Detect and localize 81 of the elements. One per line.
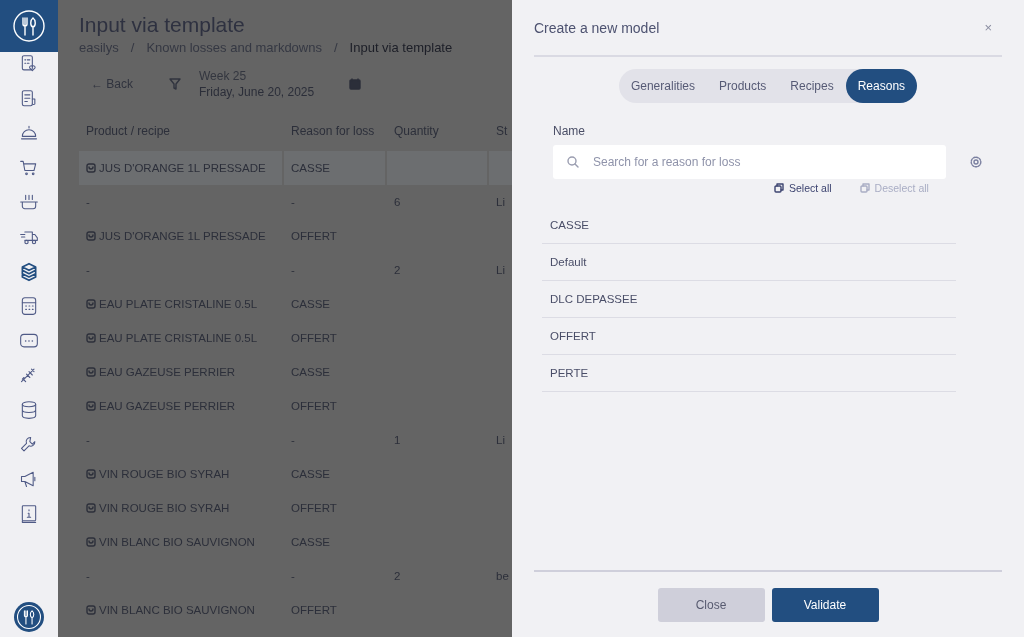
list-item[interactable]: Default bbox=[542, 244, 956, 281]
bag-icon bbox=[86, 537, 96, 547]
table-cell: - bbox=[86, 264, 90, 276]
column-header: St bbox=[495, 123, 509, 140]
table-cell: EAU GAZEUSE PERRIER bbox=[99, 400, 236, 412]
table-cell: VIN BLANC BIO SAUVIGNON bbox=[99, 536, 255, 548]
table-row[interactable]: EAU GAZEUSE PERRIER CASSE bbox=[79, 355, 512, 389]
table-cell: - bbox=[86, 434, 90, 446]
table-cell: OFFERT bbox=[291, 332, 337, 344]
bag-icon bbox=[86, 367, 96, 377]
table-cell: CASSE bbox=[291, 366, 330, 378]
tab[interactable]: Products bbox=[706, 69, 779, 103]
close-button[interactable]: × bbox=[980, 20, 1002, 35]
table-cell: CASSE bbox=[291, 536, 330, 548]
table-cell: JUS D'ORANGE 1L PRESSADE bbox=[99, 162, 266, 174]
table-row[interactable]: VIN ROUGE BIO SYRAH CASSE bbox=[79, 457, 512, 491]
column-header: Product / recipe bbox=[85, 123, 172, 140]
table-cell: OFFERT bbox=[291, 502, 337, 514]
table-cell: be bbox=[496, 570, 509, 582]
table-cell: VIN ROUGE BIO SYRAH bbox=[99, 468, 230, 480]
select-all-button[interactable]: Select all bbox=[774, 182, 832, 194]
bag-icon bbox=[86, 503, 96, 513]
table-cell: - bbox=[291, 570, 295, 582]
column-header: Quantity bbox=[393, 123, 440, 140]
table-cell: CASSE bbox=[291, 298, 330, 310]
table-cell: EAU GAZEUSE PERRIER bbox=[99, 366, 236, 378]
table-cell: - bbox=[86, 570, 90, 582]
table-cell: EAU PLATE CRISTALINE 0.5L bbox=[99, 332, 258, 344]
search-field[interactable]: Search for a reason for loss bbox=[553, 145, 946, 179]
table-cell: VIN ROUGE BIO SYRAH bbox=[99, 502, 230, 514]
table-cell: Li bbox=[496, 264, 505, 276]
table-cell: Li bbox=[496, 434, 505, 446]
info-book-icon[interactable] bbox=[19, 503, 39, 524]
list-item[interactable]: DLC DEPASSEE bbox=[542, 281, 956, 318]
bag-icon bbox=[86, 333, 96, 343]
table-cell: OFFERT bbox=[291, 400, 337, 412]
table-cell: EAU PLATE CRISTALINE 0.5L bbox=[99, 298, 258, 310]
table-row[interactable]: EAU PLATE CRISTALINE 0.5L OFFERT bbox=[79, 321, 512, 355]
table-cell: VIN BLANC BIO SAUVIGNON bbox=[99, 604, 255, 616]
table-row[interactable]: EAU PLATE CRISTALINE 0.5L CASSE bbox=[79, 287, 512, 321]
tab[interactable]: Generalities bbox=[618, 69, 707, 103]
copy-icon bbox=[859, 183, 870, 193]
table-cell: - bbox=[291, 434, 295, 446]
bag-icon bbox=[86, 299, 96, 309]
tab[interactable]: Reasons bbox=[845, 69, 918, 103]
close-button[interactable]: Close bbox=[657, 588, 765, 622]
bag-icon bbox=[86, 231, 96, 241]
tab[interactable]: Recipes bbox=[778, 69, 846, 103]
bag-icon bbox=[86, 605, 96, 615]
modal-title: Create a new model bbox=[534, 19, 660, 36]
table-row[interactable]: VIN ROUGE BIO SYRAH OFFERT bbox=[79, 491, 512, 525]
table-cell: - bbox=[291, 264, 295, 276]
field-label: Name bbox=[553, 124, 586, 138]
date-label: Friday, June 20, 2025 bbox=[199, 85, 316, 99]
bag-icon bbox=[86, 163, 96, 173]
list-item[interactable]: OFFERT bbox=[542, 318, 956, 355]
table-row[interactable]: VIN BLANC BIO SAUVIGNON CASSE bbox=[79, 525, 512, 559]
table-cell: Li bbox=[496, 196, 505, 208]
calculator-icon[interactable] bbox=[19, 296, 39, 317]
table-row[interactable]: VIN BLANC BIO SAUVIGNON OFFERT bbox=[79, 593, 512, 627]
list-item[interactable]: PERTE bbox=[542, 355, 956, 392]
table-cell: OFFERT bbox=[291, 604, 337, 616]
database-icon[interactable] bbox=[19, 399, 39, 420]
bag-icon bbox=[86, 469, 96, 479]
current-page-label: Input via template bbox=[349, 40, 453, 55]
copy-icon bbox=[774, 183, 784, 193]
table-row[interactable]: JUS D'ORANGE 1L PRESSADE CASSE bbox=[79, 151, 512, 185]
breadcrumb-separator: / bbox=[333, 40, 338, 55]
boxes-icon[interactable] bbox=[19, 261, 39, 282]
search-icon bbox=[567, 156, 579, 168]
table-cell: - bbox=[291, 196, 295, 208]
table-cell: OFFERT bbox=[291, 230, 337, 242]
validate-button[interactable]: Validate bbox=[771, 588, 879, 622]
table-row[interactable]: EAU GAZEUSE PERRIER OFFERT bbox=[79, 389, 512, 423]
table-cell: CASSE bbox=[291, 162, 330, 174]
breadcrumb-separator: / bbox=[130, 40, 135, 55]
list-heart-icon[interactable] bbox=[19, 54, 39, 74]
table-cell: CASSE bbox=[291, 468, 330, 480]
list-item[interactable]: CASSE bbox=[542, 207, 956, 244]
bag-icon bbox=[86, 401, 96, 411]
table-cell: - bbox=[86, 196, 90, 208]
